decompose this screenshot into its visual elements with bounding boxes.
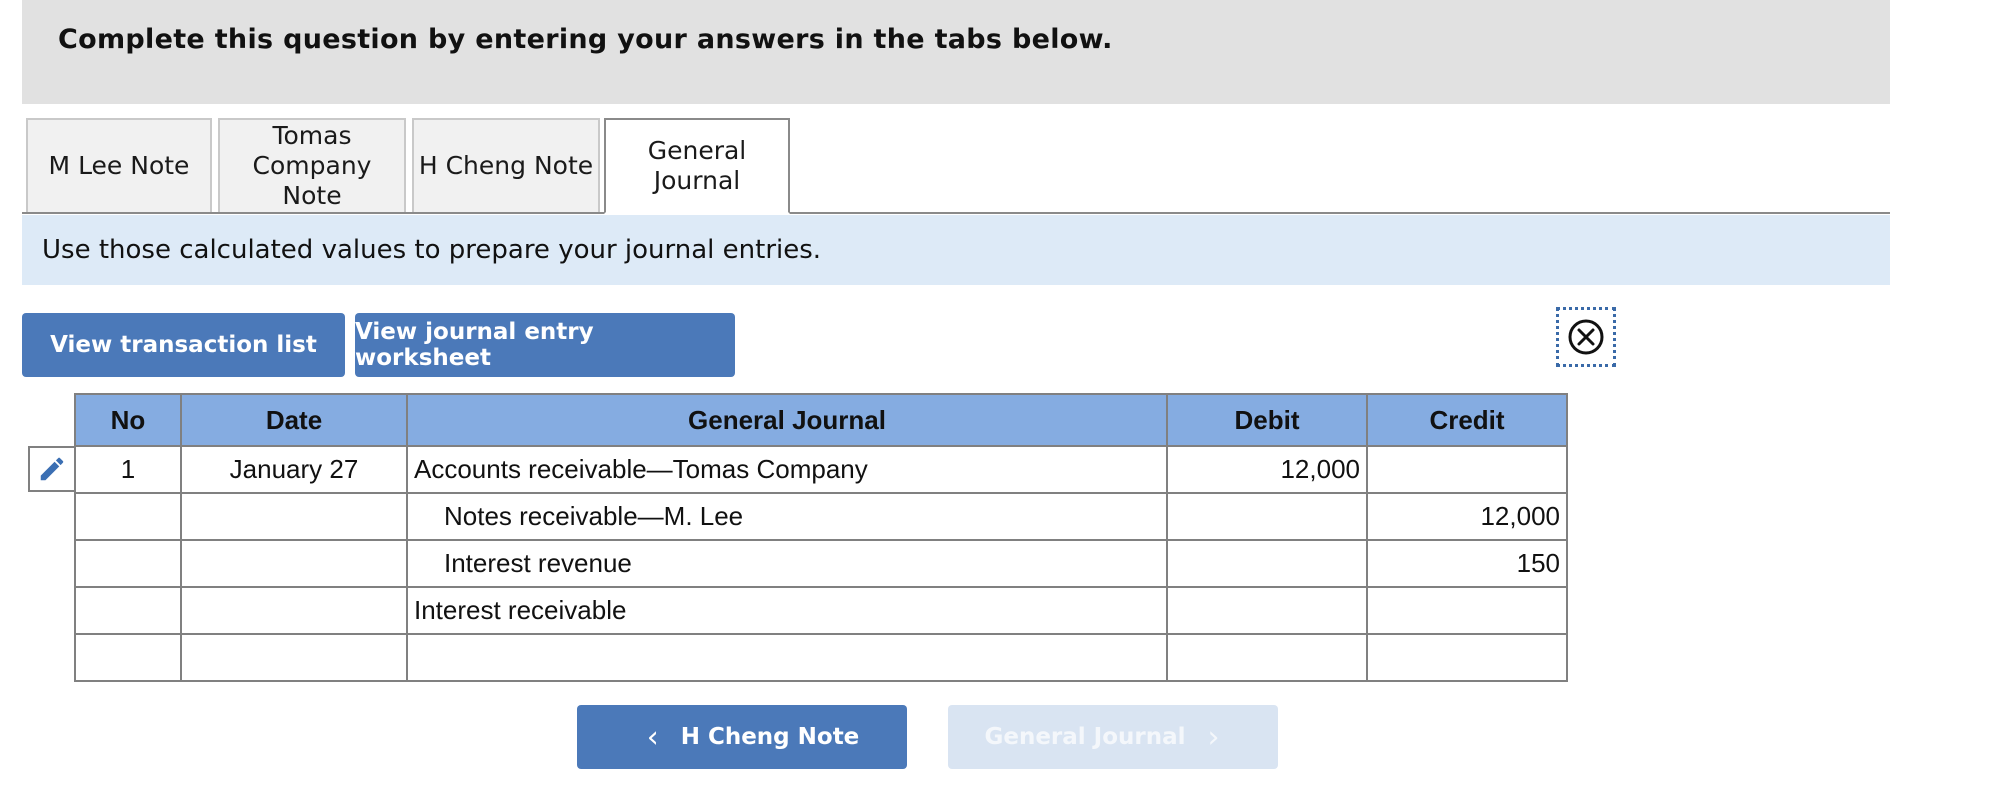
header-debit: Debit — [1166, 393, 1368, 447]
cell-no: 1 — [74, 445, 182, 494]
chevron-left-icon: ‹ — [646, 719, 659, 755]
cell-account[interactable]: Notes receivable—M. Lee — [406, 492, 1168, 541]
table-header-row: No Date General Journal Debit Credit — [74, 393, 1568, 447]
button-label: View transaction list — [50, 332, 317, 358]
close-button[interactable] — [1556, 307, 1616, 367]
table-row: 1 January 27 Accounts receivable—Tomas C… — [74, 445, 1568, 494]
tab-bar: M Lee Note Tomas Company Note H Cheng No… — [22, 118, 1890, 214]
cell-debit[interactable] — [1166, 633, 1368, 682]
table-row: Interest receivable — [74, 586, 1568, 635]
cell-no — [74, 633, 182, 682]
header-general-journal: General Journal — [406, 393, 1168, 447]
cell-date[interactable] — [180, 586, 408, 635]
pencil-icon — [40, 457, 64, 481]
instructions-text: Complete this question by entering your … — [58, 24, 1113, 55]
cell-credit[interactable]: 150 — [1366, 539, 1568, 588]
cell-debit[interactable] — [1166, 586, 1368, 635]
previous-tab-label: H Cheng Note — [680, 724, 860, 750]
edit-entry-button[interactable] — [28, 446, 74, 492]
info-text: Use those calculated values to prepare y… — [42, 235, 822, 265]
cell-credit[interactable] — [1366, 586, 1568, 635]
cell-no — [74, 539, 182, 588]
tab-h-cheng-note[interactable]: H Cheng Note — [412, 118, 600, 212]
cell-account[interactable]: Accounts receivable—Tomas Company — [406, 445, 1168, 494]
button-label: View journal entry worksheet — [355, 319, 594, 371]
cell-date[interactable]: January 27 — [180, 445, 408, 494]
tab-general-journal[interactable]: General Journal — [604, 118, 790, 214]
cell-date[interactable] — [180, 539, 408, 588]
cell-no — [74, 586, 182, 635]
previous-tab-button[interactable]: ‹ H Cheng Note — [577, 705, 907, 769]
next-tab-button: General Journal › — [948, 705, 1278, 769]
cell-account[interactable]: Interest receivable — [406, 586, 1168, 635]
circle-x-icon — [1568, 319, 1604, 355]
cell-account[interactable]: Interest revenue — [406, 539, 1168, 588]
cell-debit[interactable] — [1166, 492, 1368, 541]
tab-label: Tomas Company Note — [252, 121, 372, 210]
tab-m-lee-note[interactable]: M Lee Note — [26, 118, 212, 212]
info-banner: Use those calculated values to prepare y… — [22, 215, 1890, 285]
cell-credit[interactable]: 12,000 — [1366, 492, 1568, 541]
tab-label: General Journal — [647, 136, 747, 195]
table-row — [74, 633, 1568, 682]
table-row: Notes receivable—M. Lee 12,000 — [74, 492, 1568, 541]
view-journal-entry-worksheet-button[interactable]: View journal entry worksheet — [355, 313, 735, 377]
table-row: Interest revenue 150 — [74, 539, 1568, 588]
cell-credit[interactable] — [1366, 445, 1568, 494]
cell-debit[interactable]: 12,000 — [1166, 445, 1368, 494]
view-transaction-list-button[interactable]: View transaction list — [22, 313, 345, 377]
journal-table: No Date General Journal Debit Credit 1 J… — [74, 393, 1568, 682]
cell-date[interactable] — [180, 492, 408, 541]
cell-account[interactable] — [406, 633, 1168, 682]
cell-debit[interactable] — [1166, 539, 1368, 588]
tab-tomas-company-note[interactable]: Tomas Company Note — [218, 118, 406, 212]
cell-credit[interactable] — [1366, 633, 1568, 682]
cell-date[interactable] — [180, 633, 408, 682]
next-tab-label: General Journal — [984, 724, 1186, 750]
tab-label: M Lee Note — [48, 151, 190, 180]
header-credit: Credit — [1366, 393, 1568, 447]
chevron-right-icon: › — [1207, 719, 1220, 755]
header-no: No — [74, 393, 182, 447]
cell-no — [74, 492, 182, 541]
header-date: Date — [180, 393, 408, 447]
tab-label: H Cheng Note — [418, 151, 594, 180]
